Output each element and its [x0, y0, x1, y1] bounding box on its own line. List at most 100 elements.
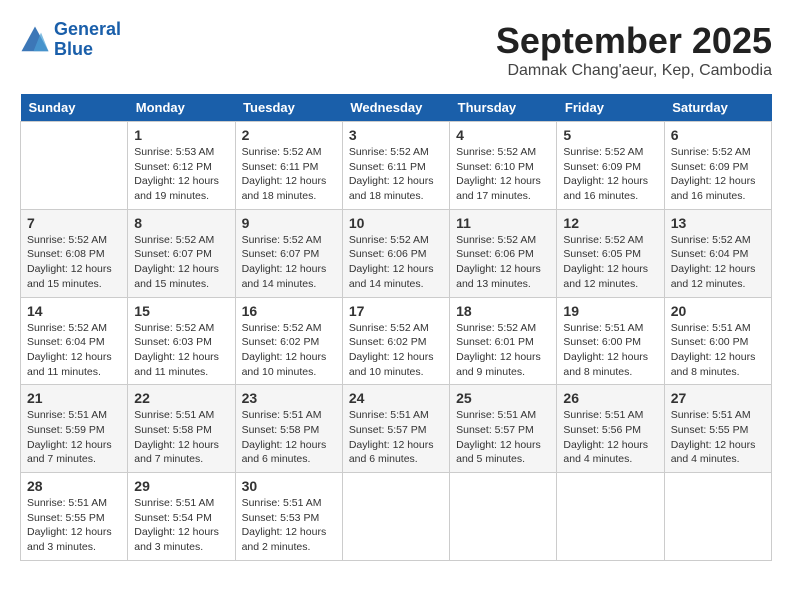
weekday-header-tuesday: Tuesday: [235, 94, 342, 122]
title-section: September 2025 Damnak Chang'aeur, Kep, C…: [496, 20, 772, 80]
calendar-cell: 7Sunrise: 5:52 AM Sunset: 6:08 PM Daylig…: [21, 209, 128, 297]
day-info: Sunrise: 5:52 AM Sunset: 6:11 PM Dayligh…: [349, 145, 443, 204]
calendar-cell: 6 Sunrise: 5:52 AM Sunset: 6:09 PM Daylig…: [664, 122, 771, 210]
day-info: Sunrise: 5:51 AM Sunset: 5:56 PM Dayligh…: [563, 408, 657, 467]
day-number: 12: [563, 215, 657, 231]
calendar-cell: 27Sunrise: 5:51 AM Sunset: 5:55 PM Dayli…: [664, 385, 771, 473]
calendar-week-row: 21Sunrise: 5:51 AM Sunset: 5:59 PM Dayli…: [21, 385, 772, 473]
calendar-cell: 15 Sunrise: 5:52 AM Sunset: 6:03 PM Dayli…: [128, 297, 235, 385]
day-info: Sunrise: 5:51 AM Sunset: 5:53 PM Dayligh…: [242, 496, 336, 555]
month-title: September 2025: [496, 20, 772, 62]
day-number: 11: [456, 215, 550, 231]
day-info: Sunrise: 5:52 AM Sunset: 6:09 PM Dayligh…: [563, 145, 657, 204]
calendar-cell: 8 Sunrise: 5:52 AM Sunset: 6:07 PM Daylig…: [128, 209, 235, 297]
calendar-cell: 13Sunrise: 5:52 AM Sunset: 6:04 PM Dayli…: [664, 209, 771, 297]
calendar-cell: [21, 122, 128, 210]
calendar-table: SundayMondayTuesdayWednesdayThursdayFrid…: [20, 94, 772, 561]
calendar-cell: 11 Sunrise: 5:52 AM Sunset: 6:06 PM Dayli…: [450, 209, 557, 297]
day-number: 21: [27, 390, 121, 406]
day-number: 22: [134, 390, 228, 406]
day-number: 16: [242, 303, 336, 319]
weekday-header-friday: Friday: [557, 94, 664, 122]
day-number: 8: [134, 215, 228, 231]
day-info: Sunrise: 5:51 AM Sunset: 6:00 PM Dayligh…: [671, 321, 765, 380]
weekday-header-thursday: Thursday: [450, 94, 557, 122]
day-number: 10: [349, 215, 443, 231]
day-info: Sunrise: 5:52 AM Sunset: 6:04 PM Dayligh…: [27, 321, 121, 380]
weekday-header-wednesday: Wednesday: [342, 94, 449, 122]
calendar-cell: 26 Sunrise: 5:51 AM Sunset: 5:56 PM Dayli…: [557, 385, 664, 473]
calendar-cell: 18Sunrise: 5:52 AM Sunset: 6:01 PM Dayli…: [450, 297, 557, 385]
top-bar: General Blue September 2025 Damnak Chang…: [20, 20, 772, 84]
day-number: 20: [671, 303, 765, 319]
weekday-header-monday: Monday: [128, 94, 235, 122]
calendar-cell: 5Sunrise: 5:52 AM Sunset: 6:09 PM Daylig…: [557, 122, 664, 210]
day-info: Sunrise: 5:51 AM Sunset: 5:54 PM Dayligh…: [134, 496, 228, 555]
calendar-cell: 4 Sunrise: 5:52 AM Sunset: 6:10 PM Daylig…: [450, 122, 557, 210]
day-info: Sunrise: 5:52 AM Sunset: 6:10 PM Dayligh…: [456, 145, 550, 204]
day-info: Sunrise: 5:52 AM Sunset: 6:03 PM Dayligh…: [134, 321, 228, 380]
day-number: 27: [671, 390, 765, 406]
weekday-header-saturday: Saturday: [664, 94, 771, 122]
day-number: 9: [242, 215, 336, 231]
calendar-cell: 25 Sunrise: 5:51 AM Sunset: 5:57 PM Dayli…: [450, 385, 557, 473]
calendar-cell: 22 Sunrise: 5:51 AM Sunset: 5:58 PM Dayli…: [128, 385, 235, 473]
day-number: 24: [349, 390, 443, 406]
calendar-cell: 30 Sunrise: 5:51 AM Sunset: 5:53 PM Dayli…: [235, 473, 342, 561]
calendar-cell: 20 Sunrise: 5:51 AM Sunset: 6:00 PM Dayli…: [664, 297, 771, 385]
calendar-cell: 23 Sunrise: 5:51 AM Sunset: 5:58 PM Dayli…: [235, 385, 342, 473]
day-number: 30: [242, 478, 336, 494]
calendar-cell: 28 Sunrise: 5:51 AM Sunset: 5:55 PM Dayli…: [21, 473, 128, 561]
calendar-cell: 17 Sunrise: 5:52 AM Sunset: 6:02 PM Dayli…: [342, 297, 449, 385]
day-number: 4: [456, 127, 550, 143]
day-info: Sunrise: 5:52 AM Sunset: 6:07 PM Dayligh…: [134, 233, 228, 292]
calendar-cell: 19Sunrise: 5:51 AM Sunset: 6:00 PM Dayli…: [557, 297, 664, 385]
calendar-cell: 3 Sunrise: 5:52 AM Sunset: 6:11 PM Daylig…: [342, 122, 449, 210]
day-info: Sunrise: 5:52 AM Sunset: 6:08 PM Dayligh…: [27, 233, 121, 292]
calendar-week-row: 14Sunrise: 5:52 AM Sunset: 6:04 PM Dayli…: [21, 297, 772, 385]
day-number: 6: [671, 127, 765, 143]
weekday-header-row: SundayMondayTuesdayWednesdayThursdayFrid…: [21, 94, 772, 122]
day-info: Sunrise: 5:52 AM Sunset: 6:11 PM Dayligh…: [242, 145, 336, 204]
day-number: 1: [134, 127, 228, 143]
day-info: Sunrise: 5:51 AM Sunset: 5:58 PM Dayligh…: [242, 408, 336, 467]
day-number: 3: [349, 127, 443, 143]
logo-icon: [20, 25, 50, 55]
calendar-cell: 21Sunrise: 5:51 AM Sunset: 5:59 PM Dayli…: [21, 385, 128, 473]
day-info: Sunrise: 5:53 AM Sunset: 6:12 PM Dayligh…: [134, 145, 228, 204]
day-info: Sunrise: 5:51 AM Sunset: 5:55 PM Dayligh…: [27, 496, 121, 555]
weekday-header-sunday: Sunday: [21, 94, 128, 122]
calendar-cell: [664, 473, 771, 561]
day-info: Sunrise: 5:52 AM Sunset: 6:09 PM Dayligh…: [671, 145, 765, 204]
calendar-week-row: 28 Sunrise: 5:51 AM Sunset: 5:55 PM Dayli…: [21, 473, 772, 561]
day-number: 28: [27, 478, 121, 494]
calendar-cell: 12 Sunrise: 5:52 AM Sunset: 6:05 PM Dayli…: [557, 209, 664, 297]
calendar-cell: 16 Sunrise: 5:52 AM Sunset: 6:02 PM Dayli…: [235, 297, 342, 385]
logo-text: General Blue: [54, 20, 121, 60]
logo-line1: General: [54, 20, 121, 40]
day-number: 15: [134, 303, 228, 319]
day-info: Sunrise: 5:52 AM Sunset: 6:02 PM Dayligh…: [242, 321, 336, 380]
calendar-cell: 14Sunrise: 5:52 AM Sunset: 6:04 PM Dayli…: [21, 297, 128, 385]
day-number: 23: [242, 390, 336, 406]
day-number: 17: [349, 303, 443, 319]
day-info: Sunrise: 5:51 AM Sunset: 5:57 PM Dayligh…: [456, 408, 550, 467]
calendar-week-row: 7Sunrise: 5:52 AM Sunset: 6:08 PM Daylig…: [21, 209, 772, 297]
location-subtitle: Damnak Chang'aeur, Kep, Cambodia: [496, 62, 772, 80]
calendar-cell: [342, 473, 449, 561]
day-info: Sunrise: 5:51 AM Sunset: 5:57 PM Dayligh…: [349, 408, 443, 467]
day-info: Sunrise: 5:52 AM Sunset: 6:06 PM Dayligh…: [456, 233, 550, 292]
calendar-week-row: 1 Sunrise: 5:53 AM Sunset: 6:12 PM Daylig…: [21, 122, 772, 210]
day-info: Sunrise: 5:52 AM Sunset: 6:05 PM Dayligh…: [563, 233, 657, 292]
day-number: 25: [456, 390, 550, 406]
logo-line2: Blue: [54, 40, 121, 60]
day-number: 26: [563, 390, 657, 406]
day-info: Sunrise: 5:52 AM Sunset: 6:06 PM Dayligh…: [349, 233, 443, 292]
day-info: Sunrise: 5:52 AM Sunset: 6:02 PM Dayligh…: [349, 321, 443, 380]
day-info: Sunrise: 5:51 AM Sunset: 5:58 PM Dayligh…: [134, 408, 228, 467]
day-number: 2: [242, 127, 336, 143]
day-number: 13: [671, 215, 765, 231]
day-info: Sunrise: 5:52 AM Sunset: 6:07 PM Dayligh…: [242, 233, 336, 292]
calendar-cell: [557, 473, 664, 561]
day-number: 19: [563, 303, 657, 319]
